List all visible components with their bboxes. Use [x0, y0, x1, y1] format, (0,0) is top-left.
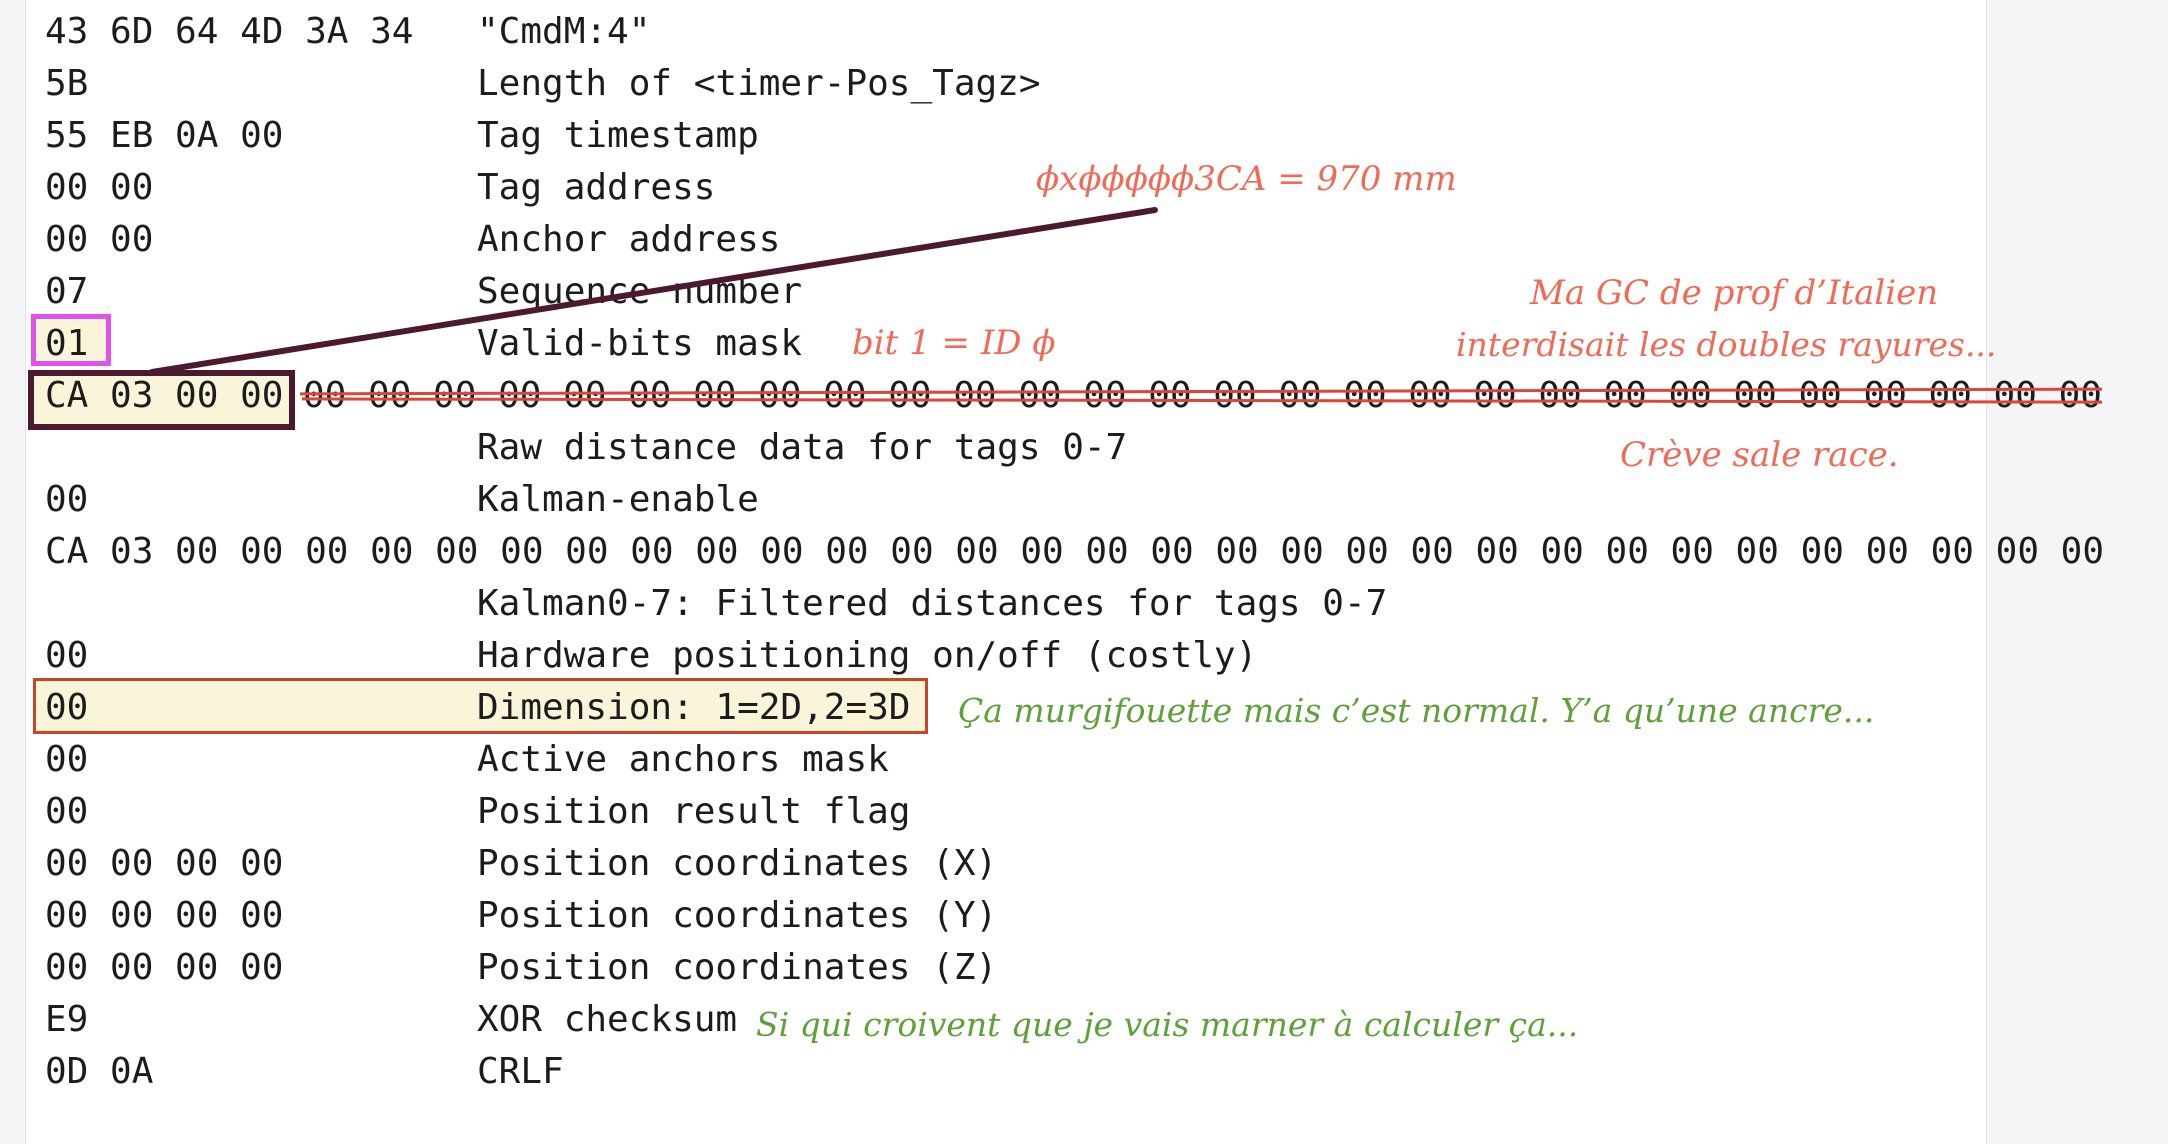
race-annotation: Crève sale race. [1620, 435, 1899, 475]
italian-annotation-line2: interdisait les doubles rayures... [1456, 325, 1997, 364]
bit-annotation: bit 1 = ID ϕ [852, 323, 1056, 363]
checksum-annotation: Si qui croivent que je vais marner à cal… [756, 1005, 1579, 1044]
dimension-annotation: Ça murgifouette mais c’est normal. Y’a q… [958, 691, 1875, 730]
italian-annotation-line1: Ma GC de prof d’Italien [1530, 273, 1939, 313]
distance-annotation: ϕxϕϕϕϕϕ3CA = 970 mm [1036, 159, 1457, 199]
